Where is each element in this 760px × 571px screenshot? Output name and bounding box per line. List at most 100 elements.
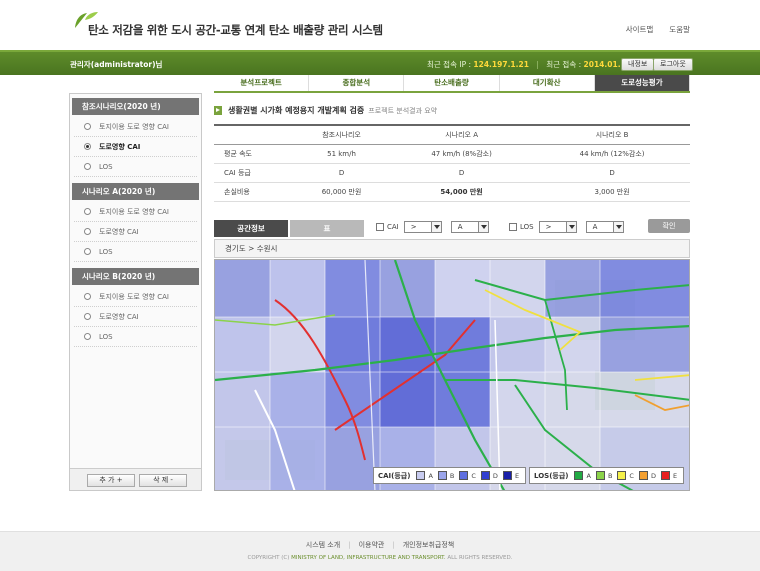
legend-swatch — [459, 471, 469, 480]
scenario-item[interactable]: 토지이용 도로 영향 CAI — [74, 202, 197, 222]
scenario-item-label: 토지이용 도로 영향 CAI — [99, 122, 169, 131]
legend-swatch — [416, 471, 426, 480]
scenario-item[interactable]: LOS — [74, 242, 197, 262]
chevron-down-icon — [565, 222, 576, 232]
radio-icon[interactable] — [84, 123, 91, 130]
los-legend: LOS(등급) A B C D E — [529, 467, 685, 484]
admin-bar: 관리자(administrator)님 최근 접속 IP : 124.197.1… — [0, 50, 760, 75]
cai-operator-select[interactable]: > — [403, 221, 442, 233]
radio-icon[interactable] — [84, 333, 91, 340]
radio-icon[interactable] — [84, 313, 91, 320]
legend-label: E — [672, 471, 678, 480]
footer-link-terms[interactable]: 이용약관 — [359, 541, 385, 549]
scenario-panel: 참조시나리오(2020 년) 토지이용 도로 영향 CAI 도로영향 CAI L… — [69, 93, 202, 491]
table-header-row: 참조시나리오 시나리오 A 시나리오 B — [214, 124, 690, 145]
cai-legend: CAI(등급) A B C D E — [373, 467, 527, 484]
delete-scenario-button[interactable]: 삭 제 - — [139, 474, 187, 487]
los-checkbox[interactable] — [509, 223, 517, 231]
column-header: 참조시나리오 — [294, 124, 390, 145]
legend-label: C — [471, 471, 476, 480]
los-grade-select[interactable]: A — [585, 221, 624, 233]
cai-grade-select[interactable]: A — [450, 221, 489, 233]
legend-label: D — [492, 471, 498, 480]
legend-swatch — [437, 471, 447, 480]
cai-legend-title: CAI(등급) — [378, 471, 411, 480]
comparison-table: 참조시나리오 시나리오 A 시나리오 B 평균 속도 51 km/h 47 km… — [214, 124, 690, 202]
cai-checkbox[interactable] — [376, 223, 384, 231]
logout-button[interactable]: 로그아웃 — [653, 58, 693, 71]
user-name: 관리자(administrator)님 — [70, 60, 163, 69]
add-scenario-button[interactable]: 추 가 + — [87, 474, 135, 487]
cai-filter-label: CAI — [387, 223, 399, 231]
los-legend-title: LOS(등급) — [534, 471, 569, 480]
cai-filter: CAI > A — [376, 220, 489, 234]
tab-spatial-info[interactable]: 공간정보 — [214, 220, 288, 237]
row-header: 평균 속도 — [214, 144, 294, 164]
tab-table[interactable]: 표 — [290, 220, 364, 237]
table-cell: 51 km/h — [294, 144, 390, 164]
radio-icon[interactable] — [84, 163, 91, 170]
header: 탄소 저감을 위한 도시 공간-교통 연계 탄소 배출량 관리 시스템 사이트맵… — [0, 0, 760, 50]
divider: | — [536, 60, 539, 69]
scenario-item[interactable]: 도로영향 CAI — [74, 222, 197, 242]
chevron-down-icon — [612, 222, 623, 232]
legend-label: A — [428, 471, 433, 480]
los-operator-value: > — [545, 223, 552, 231]
divider: | — [348, 541, 351, 549]
divider: | — [392, 541, 395, 549]
copyright: COPYRIGHT (C) MINISTRY OF LAND, INFRASTR… — [0, 555, 760, 561]
chevron-down-icon — [430, 222, 441, 232]
copyright-prefix: COPYRIGHT (C) — [247, 555, 290, 561]
legend-swatch — [638, 471, 648, 480]
legend-label: E — [514, 471, 520, 480]
radio-icon[interactable] — [84, 208, 91, 215]
radio-icon[interactable] — [84, 293, 91, 300]
table-cell: 3,000 만원 — [534, 182, 690, 202]
tab-road-performance[interactable]: 도로성능평가 — [594, 75, 691, 91]
tab-air-dispersion[interactable]: 대기확산 — [499, 75, 595, 91]
scenario-item-label: 도로영향 CAI — [99, 227, 139, 236]
arrow-bullet-icon — [214, 106, 222, 115]
section-title-text: 생활권별 시가화 예정용지 개발계획 검증 프로젝트 분석결과 요약 — [228, 105, 437, 116]
footer-link-about[interactable]: 시스템 소개 — [306, 541, 340, 549]
legend-label: D — [650, 471, 656, 480]
copyright-suffix: ALL RIGHTS RESERVED. — [447, 555, 513, 561]
legend-label: C — [629, 471, 634, 480]
sitemap-link[interactable]: 사이트맵 — [626, 24, 654, 35]
scenario-item-label: 도로영향 CAI — [99, 142, 141, 151]
radio-icon[interactable] — [84, 248, 91, 255]
table-row: CAI 등급 D D D — [214, 163, 690, 183]
my-info-button[interactable]: 내정보 — [621, 58, 655, 71]
tab-analysis-project[interactable]: 분석프로젝트 — [214, 75, 310, 91]
map-view[interactable]: CAI(등급) A B C D E LOS(등급) A B C D E — [214, 259, 690, 491]
scenario-item[interactable]: 도로영향 CAI — [74, 137, 197, 157]
scenario-item[interactable]: 도로영향 CAI — [74, 307, 197, 327]
confirm-button[interactable]: 확인 — [648, 219, 690, 233]
scenario-item[interactable]: 토지이용 도로 영향 CAI — [74, 117, 197, 137]
row-header: CAI 등급 — [214, 163, 294, 183]
scenario-item[interactable]: LOS — [74, 157, 197, 177]
map-canvas[interactable] — [215, 260, 690, 491]
table-row: 손실비용 60,000 만원 54,000 만원 3,000 만원 — [214, 182, 690, 202]
section-subtitle: 프로젝트 분석결과 요약 — [368, 107, 438, 115]
scenario-item[interactable]: LOS — [74, 327, 197, 347]
scenario-item[interactable]: 토지이용 도로 영향 CAI — [74, 287, 197, 307]
section-title-label: 생활권별 시가화 예정용지 개발계획 검증 — [228, 106, 365, 115]
breadcrumb: 경기도 > 수원시 — [214, 239, 690, 258]
footer-link-privacy[interactable]: 개인정보취급정책 — [403, 541, 455, 549]
scenario-item-label: 토지이용 도로 영향 CAI — [99, 292, 169, 301]
radio-icon[interactable] — [84, 143, 91, 150]
last-ip-label: 최근 접속 IP : — [427, 60, 472, 69]
main-tabs: 분석프로젝트 종합분석 탄소배출량 대기확산 도로성능평가 — [214, 75, 691, 93]
section-title: 생활권별 시가화 예정용지 개발계획 검증 프로젝트 분석결과 요약 — [214, 104, 690, 120]
footer: 시스템 소개 | 이용약관 | 개인정보취급정책 COPYRIGHT (C) MINIS… — [0, 531, 760, 571]
radio-icon[interactable] — [84, 228, 91, 235]
los-operator-select[interactable]: > — [538, 221, 577, 233]
column-header: 시나리오 B — [534, 124, 690, 145]
legend-swatch — [617, 471, 627, 480]
tab-comprehensive-analysis[interactable]: 종합분석 — [309, 75, 405, 91]
los-filter-label: LOS — [520, 223, 534, 231]
tab-carbon-emission[interactable]: 탄소배출량 — [404, 75, 500, 91]
table-row: 평균 속도 51 km/h 47 km/h (8%감소) 44 km/h (12… — [214, 144, 690, 164]
help-link[interactable]: 도움말 — [669, 24, 690, 35]
